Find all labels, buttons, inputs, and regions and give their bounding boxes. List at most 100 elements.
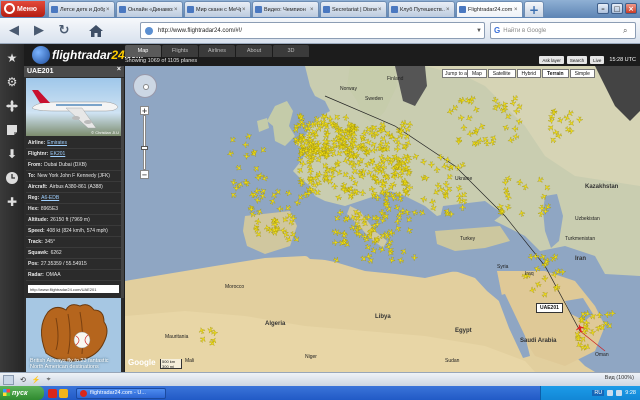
search-icon[interactable]: ⌕	[623, 26, 635, 36]
aircraft-icon[interactable]	[351, 179, 359, 187]
aircraft-icon[interactable]	[443, 181, 450, 188]
aircraft-icon[interactable]	[441, 163, 449, 170]
aircraft-icon[interactable]	[252, 164, 261, 173]
close-tab-icon[interactable]: ×	[174, 7, 180, 13]
aircraft-icon[interactable]	[256, 208, 264, 216]
aircraft-icon[interactable]	[359, 188, 366, 196]
site-tab[interactable]: About	[236, 45, 272, 57]
language-indicator[interactable]: RU	[592, 390, 605, 396]
aircraft-icon[interactable]	[511, 94, 520, 103]
aircraft-icon[interactable]	[534, 280, 542, 288]
widgets-panel-button[interactable]: ⚙	[3, 73, 21, 91]
close-tab-icon[interactable]: ×	[378, 7, 384, 13]
aircraft-icon[interactable]	[541, 275, 549, 283]
aircraft-icon[interactable]	[529, 286, 537, 294]
taskbar-opera-window[interactable]: flightradar24.com - U...	[76, 387, 166, 399]
aircraft-icon[interactable]	[403, 132, 412, 141]
start-button[interactable]: пуск	[0, 386, 44, 400]
aircraft-icon[interactable]	[472, 105, 480, 113]
aircraft-icon[interactable]	[248, 210, 257, 218]
history-panel-button[interactable]	[3, 169, 21, 187]
aircraft-icon[interactable]	[458, 96, 467, 104]
zoom-out-button[interactable]: −	[140, 170, 149, 179]
close-tab-icon[interactable]: ×	[310, 7, 316, 13]
close-window-button[interactable]: ×	[625, 3, 637, 14]
aircraft-icon[interactable]	[259, 192, 267, 200]
map-type-button[interactable]: Map	[467, 69, 487, 78]
aircraft-icon[interactable]	[341, 170, 350, 179]
aircraft-icon[interactable]	[428, 198, 436, 206]
aircraft-icon[interactable]	[458, 114, 465, 121]
aircraft-icon[interactable]	[411, 254, 418, 262]
aircraft-icon[interactable]	[404, 139, 412, 147]
url-dropdown-icon[interactable]: ▼	[474, 28, 484, 34]
aircraft-icon[interactable]	[418, 209, 426, 217]
home-button[interactable]	[85, 21, 107, 41]
opera-menu-button[interactable]: Меню	[1, 1, 45, 17]
new-tab-button[interactable]: +	[524, 1, 544, 17]
aircraft-icon[interactable]	[348, 174, 356, 182]
folder-launch-icon[interactable]	[59, 388, 68, 398]
aircraft-icon[interactable]	[444, 156, 451, 164]
aircraft-icon[interactable]	[252, 226, 260, 234]
opera-launch-icon[interactable]	[48, 388, 57, 398]
aircraft-icon[interactable]	[465, 114, 473, 122]
aircraft-icon[interactable]	[589, 329, 596, 337]
url-field[interactable]: http://www.flightradar24.com/#!/ ▼	[140, 22, 485, 39]
aircraft-icon[interactable]	[433, 165, 441, 173]
aircraft-icon[interactable]	[285, 235, 293, 243]
flight-map[interactable]: Kazakhstan Algeria Egypt Libya Iran Saudi Ara…	[125, 66, 640, 372]
site-tab[interactable]: 3D	[273, 45, 309, 57]
aircraft-icon[interactable]	[229, 191, 238, 200]
aircraft-icon[interactable]	[284, 204, 293, 213]
aircraft-icon[interactable]	[370, 123, 379, 132]
aircraft-icon[interactable]	[455, 138, 462, 146]
aircraft-icon[interactable]	[243, 152, 250, 160]
selected-flight-label[interactable]: UAE201	[536, 303, 563, 313]
aircraft-layer[interactable]	[125, 66, 640, 372]
aircraft-icon[interactable]	[400, 247, 408, 255]
aircraft-icon[interactable]	[609, 310, 617, 317]
aircraft-icon[interactable]	[411, 209, 419, 217]
aircraft-icon[interactable]	[198, 327, 206, 335]
site-tab[interactable]: Airlines	[199, 45, 235, 57]
aircraft-icon[interactable]	[276, 205, 284, 213]
aircraft-icon[interactable]	[549, 136, 558, 145]
aircraft-icon[interactable]	[518, 209, 526, 217]
aircraft-icon[interactable]	[428, 161, 435, 169]
aircraft-icon[interactable]	[540, 192, 548, 200]
aircraft-icon[interactable]	[329, 172, 336, 180]
bookmarks-panel-button[interactable]: ★	[3, 49, 21, 67]
aircraft-icon[interactable]	[596, 311, 603, 319]
aircraft-icon[interactable]	[378, 246, 386, 254]
panel-toggle-icon[interactable]	[3, 374, 14, 385]
aircraft-icon[interactable]	[454, 164, 462, 171]
aircraft-icon[interactable]	[335, 149, 343, 157]
aircraft-icon[interactable]	[420, 158, 427, 166]
aircraft-icon[interactable]	[512, 108, 520, 115]
aircraft-icon[interactable]	[527, 253, 535, 261]
minimize-button[interactable]: –	[597, 3, 609, 14]
aircraft-icon[interactable]	[539, 253, 547, 261]
aircraft-icon[interactable]	[567, 119, 576, 128]
close-tab-icon[interactable]: ×	[446, 7, 452, 13]
browser-tab[interactable]: Secretariat | Disney ×	[320, 1, 387, 17]
aircraft-icon[interactable]	[334, 193, 342, 201]
browser-tab[interactable]: Мир сканн с МеЧрН×	[184, 1, 251, 17]
network-icon[interactable]	[607, 390, 614, 396]
aircraft-icon[interactable]	[563, 114, 571, 122]
detail-value[interactable]: EK201	[50, 151, 65, 157]
aircraft-icon[interactable]	[445, 173, 454, 182]
browser-tab[interactable]: Клуб Путешеств... ×	[388, 1, 455, 17]
aircraft-photo[interactable]: © Christian Jl.U	[26, 78, 121, 136]
view-menu-button[interactable]: ⟲	[20, 376, 26, 384]
aircraft-icon[interactable]	[333, 214, 342, 223]
aircraft-icon[interactable]	[269, 197, 277, 205]
aircraft-icon[interactable]	[412, 153, 420, 161]
close-tab-icon[interactable]: ×	[106, 7, 112, 13]
aircraft-icon[interactable]	[515, 118, 523, 125]
aircraft-icon[interactable]	[227, 150, 235, 158]
forward-button[interactable]: ▶	[28, 21, 50, 41]
aircraft-icon[interactable]	[511, 125, 519, 132]
aircraft-icon[interactable]	[532, 253, 540, 260]
